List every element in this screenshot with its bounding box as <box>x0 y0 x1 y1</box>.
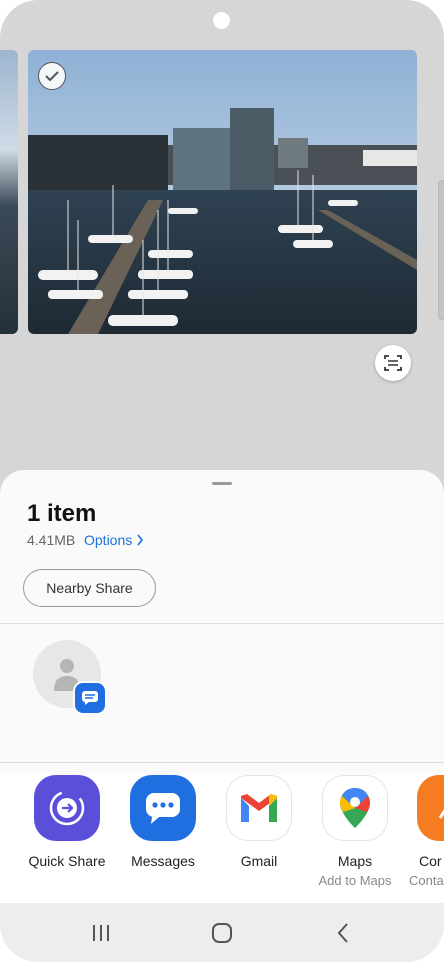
divider <box>0 623 444 624</box>
home-icon <box>211 922 232 943</box>
app-label: Messages <box>131 853 195 869</box>
app-label: Gmail <box>240 853 278 869</box>
share-sheet: 1 item 4.41MB Options Nearby Share Quick… <box>0 470 444 962</box>
messages-badge-icon <box>73 681 107 715</box>
previous-image-thumbnail[interactable] <box>0 50 18 334</box>
screen: 1 item 4.41MB Options Nearby Share Quick… <box>0 0 444 962</box>
app-maps[interactable]: Maps Add to Maps <box>307 775 403 888</box>
back-icon <box>337 922 349 943</box>
options-label: Options <box>84 532 133 548</box>
app-sublabel: Conta <box>409 873 444 888</box>
app-label: Quick Share <box>28 853 106 869</box>
app-share-row: Quick Share Messages Gmail Maps Add to M… <box>0 775 444 905</box>
nearby-share-button[interactable]: Nearby Share <box>23 569 156 607</box>
quick-share-icon <box>34 775 100 841</box>
app-label: Cor <box>419 853 442 869</box>
back-button[interactable] <box>313 913 373 953</box>
gmail-icon <box>226 775 292 841</box>
scan-icon <box>384 355 402 371</box>
app-gmail[interactable]: Gmail <box>211 775 307 869</box>
shared-image-preview <box>28 50 417 334</box>
navigation-bar <box>0 903 444 962</box>
file-size: 4.41MB <box>27 532 76 548</box>
recents-button[interactable] <box>71 913 131 953</box>
selected-check-icon[interactable] <box>38 62 66 90</box>
scan-text-button[interactable] <box>375 345 411 381</box>
app-sublabel: Add to Maps <box>318 873 392 888</box>
recents-icon <box>92 924 109 941</box>
sheet-drag-handle[interactable] <box>212 482 232 485</box>
maps-icon <box>322 775 388 841</box>
app-messages[interactable]: Messages <box>115 775 211 869</box>
messages-icon <box>130 775 196 841</box>
app-quick-share[interactable]: Quick Share <box>19 775 115 869</box>
contacts-icon <box>417 775 444 841</box>
options-link[interactable]: Options <box>84 532 144 548</box>
next-image-thumbnail[interactable] <box>438 180 444 320</box>
home-button[interactable] <box>192 913 252 953</box>
divider <box>0 762 444 763</box>
app-label: Maps <box>337 853 373 869</box>
app-contacts-partial[interactable]: Cor Conta <box>403 775 444 888</box>
chevron-right-icon <box>137 534 144 546</box>
front-camera <box>213 12 230 29</box>
share-title: 1 item <box>27 500 97 527</box>
